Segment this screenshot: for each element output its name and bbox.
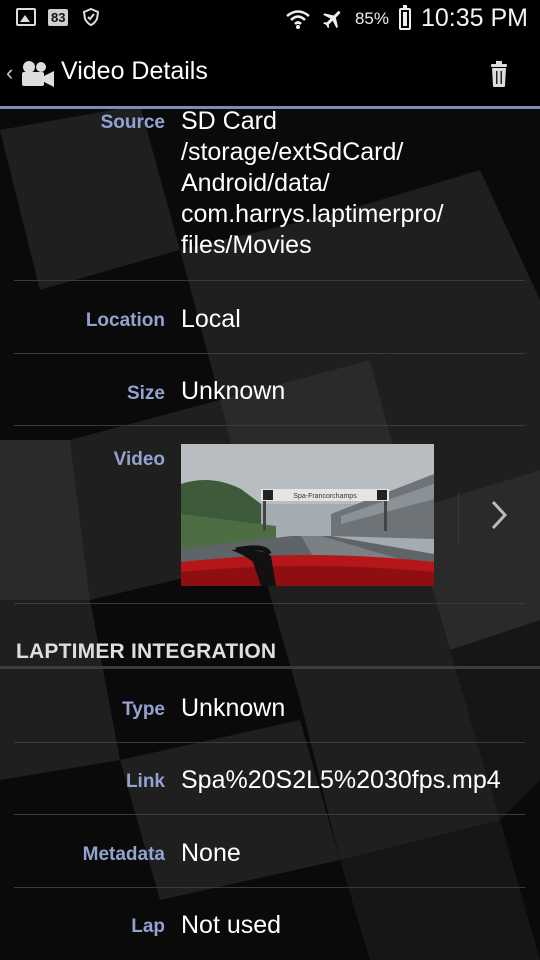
shield-icon: [83, 8, 100, 26]
notification-badge: 83: [48, 8, 69, 26]
metadata-value: None: [181, 839, 241, 867]
battery-percent: 85%: [354, 8, 389, 28]
chevron-left-icon[interactable]: ‹: [6, 60, 13, 86]
lap-label: Lap: [131, 916, 165, 937]
divider: [14, 280, 525, 281]
source-value: SD Card /storage/extSdCard/ Android/data…: [181, 107, 444, 259]
video-thumbnail[interactable]: Spa-Francorchamps: [181, 444, 434, 586]
battery-icon: [398, 4, 411, 30]
divider: [14, 353, 525, 354]
divider: [14, 425, 525, 426]
type-label: Type: [122, 699, 165, 720]
video-camera-icon[interactable]: [16, 58, 56, 90]
lap-value: Not used: [181, 911, 282, 939]
thumbnail-caption: Spa-Francorchamps: [293, 493, 357, 500]
chevron-right-icon[interactable]: [490, 499, 508, 531]
link-value[interactable]: Spa%20S2L5%2030fps.mp4: [181, 765, 501, 796]
status-bar: 83 85% 10:35 PM: [0, 0, 540, 38]
link-label: Link: [125, 771, 165, 792]
section-header: LAPTIMER INTEGRATION: [16, 640, 277, 663]
location-label: Location: [85, 310, 165, 331]
location-value: Local: [181, 305, 241, 333]
metadata-label: Metadata: [82, 844, 165, 865]
image-icon: [16, 8, 36, 26]
action-bar: ‹ Video Details: [0, 38, 540, 109]
section-divider: [0, 666, 540, 669]
wifi-icon: [286, 9, 310, 29]
divider: [14, 887, 525, 888]
video-label: Video: [113, 449, 165, 470]
page-title: Video Details: [61, 57, 208, 85]
divider: [14, 814, 525, 815]
size-value: Unknown: [181, 377, 286, 405]
size-label: Size: [126, 383, 165, 404]
type-value: Unknown: [181, 694, 286, 722]
clock: 10:35 PM: [420, 4, 528, 32]
airplane-icon: [323, 10, 341, 28]
divider: [458, 493, 459, 543]
source-label: Source: [100, 112, 165, 133]
divider: [14, 742, 525, 743]
trash-icon[interactable]: [488, 60, 510, 88]
divider: [14, 603, 525, 604]
